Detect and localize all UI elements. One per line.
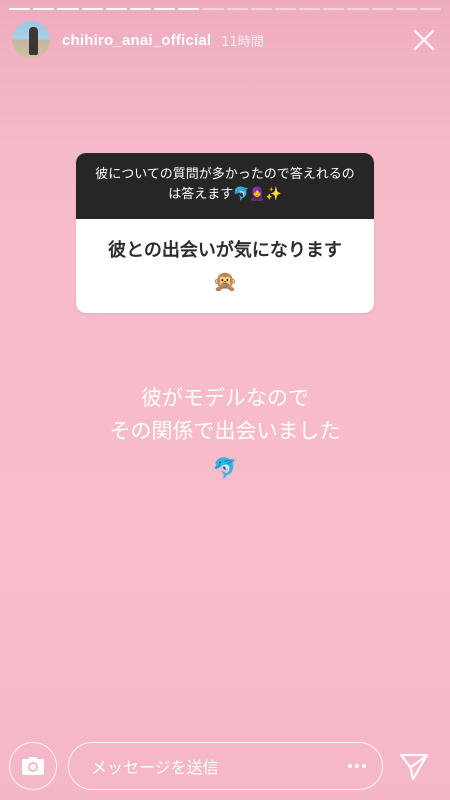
avatar-photo (29, 27, 38, 55)
progress-segment (202, 8, 224, 10)
story-progress-bar (9, 8, 442, 10)
close-button[interactable] (410, 26, 438, 54)
question-response: 彼との出会いが気になります 🙊 (76, 219, 374, 313)
see-no-evil-monkey-emoji: 🙊 (212, 269, 238, 293)
close-icon (413, 29, 435, 51)
progress-segment (299, 8, 321, 10)
progress-segment (33, 8, 55, 10)
send-icon (399, 753, 429, 781)
question-text: 彼との出会いが気になります (108, 240, 342, 261)
dolphin-emoji: 🐬 (212, 456, 238, 480)
answer-text: 彼がモデルなので その関係で出会いました 🐬 (0, 382, 450, 485)
avatar[interactable] (12, 21, 50, 59)
camera-button[interactable] (9, 742, 57, 790)
progress-segment (250, 8, 272, 10)
progress-segment (226, 8, 248, 10)
story-timestamp: 11時間 (221, 34, 264, 50)
message-input[interactable]: メッセージを送信 (68, 742, 383, 790)
story-viewer[interactable]: chihiro_anai_official 11時間 彼についての質問が多かった… (0, 0, 450, 800)
progress-segment (419, 8, 442, 10)
username[interactable]: chihiro_anai_official (62, 32, 211, 49)
answer-line-1: 彼がモデルなので (141, 386, 309, 410)
progress-segment (323, 8, 345, 10)
progress-segment (347, 8, 369, 10)
progress-segment (129, 8, 152, 10)
progress-segment (154, 8, 176, 10)
send-button[interactable] (398, 752, 430, 782)
progress-segment (178, 8, 200, 10)
question-sticker[interactable]: 彼についての質問が多かったので答えれるのは答えます🐬🧕✨ 彼との出会いが気になり… (76, 153, 374, 313)
story-header: chihiro_anai_official 11時間 (12, 18, 438, 62)
question-prompt: 彼についての質問が多かったので答えれるのは答えます🐬🧕✨ (76, 153, 374, 219)
more-dots-icon (348, 764, 366, 768)
more-options-button[interactable] (348, 764, 366, 768)
progress-segment (274, 8, 297, 10)
reply-bar: メッセージを送信 (0, 730, 450, 800)
camera-icon (22, 757, 44, 775)
message-placeholder: メッセージを送信 (91, 758, 219, 777)
progress-segment (395, 8, 417, 10)
progress-segment (371, 8, 393, 10)
progress-segment (9, 8, 31, 10)
progress-segment (57, 8, 79, 10)
answer-line-2: その関係で出会いました (109, 419, 341, 443)
progress-segment (105, 8, 127, 10)
progress-segment (81, 8, 103, 10)
